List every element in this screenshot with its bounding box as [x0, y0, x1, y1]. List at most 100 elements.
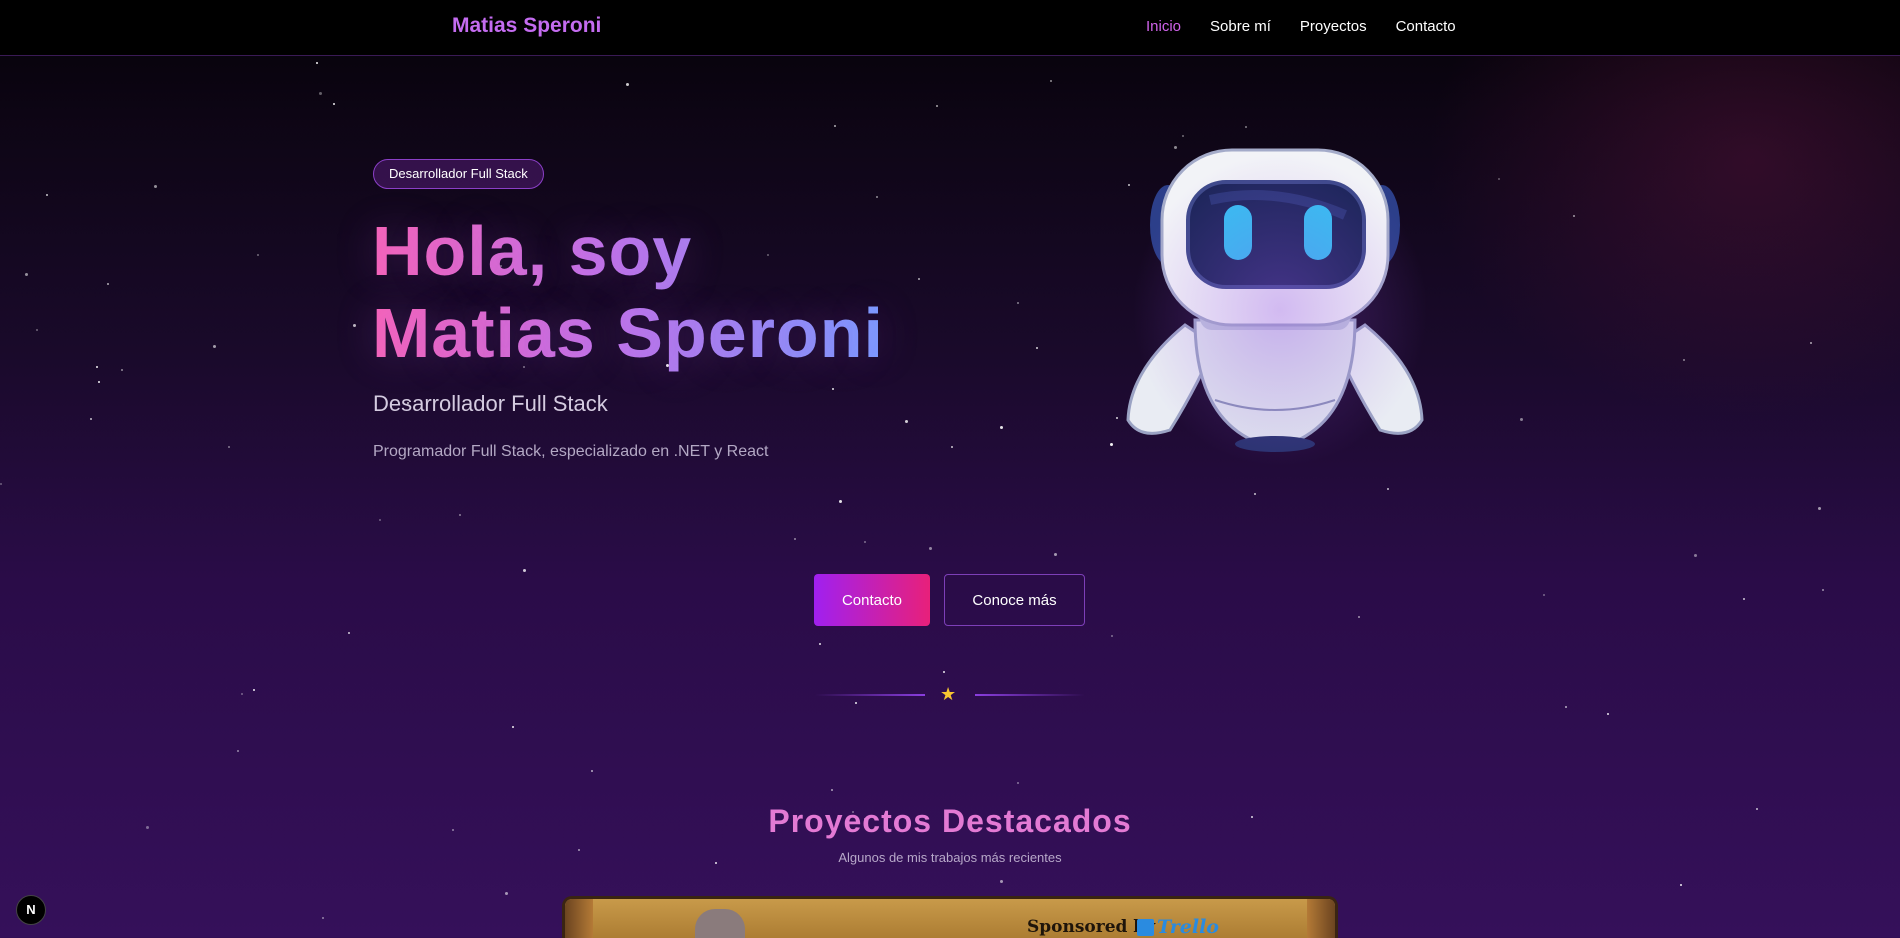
star-dot	[228, 446, 230, 448]
nextjs-dev-badge[interactable]: N	[16, 895, 46, 925]
star-dot	[1111, 635, 1113, 637]
star-dot	[107, 283, 109, 285]
scroll-edge-right	[1307, 899, 1335, 938]
starfield	[0, 0, 1900, 938]
star-dot	[1607, 713, 1609, 715]
star-dot	[1565, 706, 1567, 708]
star-dot	[333, 103, 335, 105]
star-dot	[905, 420, 908, 423]
star-dot	[1680, 884, 1682, 886]
star-dot	[1818, 507, 1821, 510]
hero-title-line2: Matias Speroni	[372, 294, 884, 372]
star-dot	[90, 418, 92, 420]
star-dot	[98, 381, 100, 383]
star-dot	[1245, 126, 1247, 128]
star-dot	[257, 254, 259, 256]
contact-button[interactable]: Contacto	[814, 574, 930, 626]
star-dot	[523, 569, 526, 572]
star-dot	[353, 324, 356, 327]
star-dot	[839, 500, 842, 503]
nav-links: Inicio Sobre mí Proyectos Contacto	[1146, 18, 1456, 35]
trello-icon	[1137, 919, 1154, 936]
star-dot	[831, 789, 833, 791]
nav-link-sobre-mi[interactable]: Sobre mí	[1210, 18, 1271, 35]
star-dot	[1543, 594, 1545, 596]
star-dot	[1000, 426, 1003, 429]
brand-logo[interactable]: Matias Speroni	[452, 14, 601, 38]
star-dot	[1694, 554, 1697, 557]
star-dot	[322, 917, 324, 919]
star-dot	[794, 538, 796, 540]
character-image	[695, 909, 745, 938]
star-dot	[918, 278, 920, 280]
section-title: Proyectos Destacados	[768, 803, 1132, 839]
star-dot	[832, 388, 834, 390]
learn-more-button[interactable]: Conoce más	[944, 574, 1085, 626]
star-dot	[25, 273, 28, 276]
nav-link-proyectos[interactable]: Proyectos	[1300, 18, 1367, 35]
star-dot	[319, 92, 322, 95]
star-dot	[121, 369, 123, 371]
star-dot	[253, 689, 255, 691]
star-dot	[379, 519, 381, 521]
project-card[interactable]: Sponsored by Trello	[562, 896, 1338, 938]
scroll-edge-left	[565, 899, 593, 938]
robot-astronaut-icon	[1100, 130, 1450, 480]
star-dot	[1036, 347, 1038, 349]
star-dot	[834, 125, 836, 127]
star-dot	[1387, 488, 1389, 490]
divider-line-right	[975, 694, 1085, 696]
star-dot	[1810, 342, 1812, 344]
star-dot	[876, 196, 878, 198]
star-dot	[154, 185, 157, 188]
nav-link-contacto[interactable]: Contacto	[1396, 18, 1456, 35]
star-dot	[36, 329, 38, 331]
star-dot	[1017, 302, 1019, 304]
role-badge: Desarrollador Full Stack	[373, 159, 544, 189]
navbar: Matias Speroni Inicio Sobre mí Proyectos…	[0, 0, 1900, 56]
hero-title-line1: Hola, soy	[372, 212, 693, 290]
star-icon: ★	[940, 684, 957, 704]
star-dot	[1358, 616, 1360, 618]
sponsor-logo: Trello	[1157, 916, 1219, 938]
background-glow	[1400, 40, 1900, 440]
star-dot	[505, 892, 508, 895]
star-dot	[46, 194, 48, 196]
star-dot	[936, 105, 938, 107]
star-dot	[951, 446, 953, 448]
star-dot	[1822, 589, 1824, 591]
star-dot	[241, 693, 243, 695]
hero-subtitle: Desarrollador Full Stack	[373, 391, 608, 416]
nav-link-inicio[interactable]: Inicio	[1146, 18, 1181, 35]
star-dot	[1498, 178, 1500, 180]
star-dot	[0, 483, 2, 485]
hero-description: Programador Full Stack, especializado en…	[373, 443, 769, 460]
star-dot	[213, 345, 216, 348]
star-dot	[929, 547, 932, 550]
star-dot	[855, 702, 857, 704]
star-dot	[96, 366, 98, 368]
star-dot	[316, 62, 318, 64]
star-dot	[459, 514, 461, 516]
star-dot	[1573, 215, 1575, 217]
section-subtitle: Algunos de mis trabajos más recientes	[838, 850, 1062, 865]
hero-title: Hola, soy Matias Speroni	[372, 210, 884, 374]
star-dot	[512, 726, 514, 728]
star-dot	[1743, 598, 1745, 600]
star-dot	[348, 632, 350, 634]
star-dot	[1017, 782, 1019, 784]
divider-line-left	[815, 694, 925, 696]
star-dot	[1520, 418, 1523, 421]
star-dot	[1254, 493, 1256, 495]
star-dot	[591, 770, 593, 772]
star-dot	[1054, 553, 1057, 556]
star-dot	[237, 750, 239, 752]
star-dot	[943, 671, 945, 673]
sponsor-label: Sponsored by	[1027, 917, 1156, 937]
star-dot	[864, 541, 866, 543]
star-dot	[1000, 880, 1003, 883]
star-dot	[1683, 359, 1685, 361]
star-dot	[819, 643, 821, 645]
star-dot	[1050, 80, 1052, 82]
star-dot	[626, 83, 629, 86]
